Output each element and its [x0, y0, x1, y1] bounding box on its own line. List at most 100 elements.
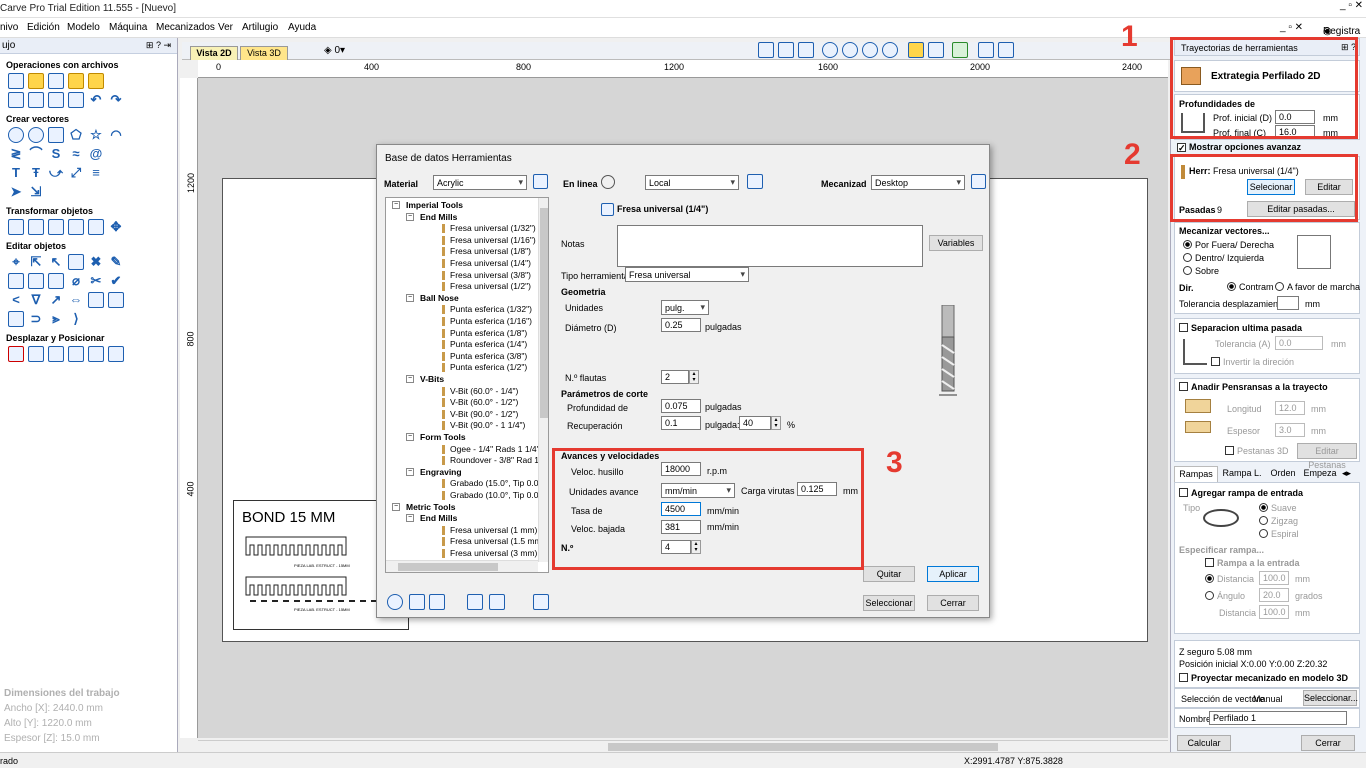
- tab-ramps[interactable]: Rampas: [1174, 466, 1218, 482]
- calculate-button[interactable]: Calcular: [1177, 735, 1231, 751]
- edit-machine-icon[interactable]: [971, 174, 986, 189]
- tile-view-icon[interactable]: [998, 42, 1014, 58]
- notes-textarea[interactable]: [617, 225, 923, 267]
- new-file-icon[interactable]: [8, 73, 24, 89]
- text-frame-icon[interactable]: Ŧ: [28, 165, 44, 181]
- online-user-icon[interactable]: [601, 175, 615, 189]
- text-path-icon[interactable]: ⤻: [48, 165, 64, 181]
- stepover-spinner[interactable]: ▴ ▾: [771, 416, 781, 430]
- tree-tool-item[interactable]: Fresa universal (1/8"): [450, 246, 531, 256]
- material-select[interactable]: Acrylic: [433, 175, 527, 190]
- tree-tool-item[interactable]: V-Bit (90.0° - 1 1/4"): [450, 420, 525, 430]
- tree-tool-item[interactable]: Punta esferica (1/2"): [450, 362, 527, 372]
- extend-icon[interactable]: ↗: [48, 292, 64, 308]
- scroll-thumb[interactable]: [608, 743, 998, 751]
- menu-machine[interactable]: Máquina: [109, 22, 147, 33]
- tabs-3d-checkbox[interactable]: Pestanas 3D: [1225, 446, 1289, 456]
- tree-tool-item[interactable]: Fresa universal (1/32"): [450, 223, 536, 233]
- undo-icon[interactable]: ↶: [88, 92, 104, 108]
- radio-zigzag[interactable]: Zigzag: [1259, 516, 1298, 526]
- tree-tool-item[interactable]: V-Bit (60.0° - 1/2"): [450, 397, 518, 407]
- online-select[interactable]: Local: [645, 175, 739, 190]
- tool-type-select[interactable]: Fresa universal: [625, 267, 749, 282]
- add-ramp-checkbox[interactable]: Agregar rampa de entrada: [1179, 488, 1303, 498]
- delete-tool-icon[interactable]: [533, 594, 549, 610]
- pass-depth-input[interactable]: 0.075: [661, 399, 701, 413]
- tree-tool-item[interactable]: Punta esferica (1/8"): [450, 328, 527, 338]
- select-button[interactable]: Seleccionar: [863, 595, 915, 611]
- radio-angle[interactable]: Ángulo: [1205, 591, 1245, 601]
- doc-window-controls[interactable]: _ ▫ ✕: [1280, 22, 1303, 33]
- sync-icon[interactable]: [747, 174, 763, 189]
- material-icon[interactable]: [952, 42, 968, 58]
- tab-length-input[interactable]: 12.0: [1275, 401, 1305, 415]
- tree-tool-item[interactable]: Fresa universal (1/4"): [450, 258, 531, 268]
- tree-tool-item[interactable]: V-Bit (60.0° - 1/4"): [450, 386, 518, 396]
- tree-expand-icon[interactable]: −: [406, 375, 414, 383]
- apply-button[interactable]: Aplicar: [927, 566, 979, 582]
- tree-category[interactable]: End Mills: [420, 212, 457, 222]
- tree-hscrollbar[interactable]: [386, 560, 538, 572]
- machine-select[interactable]: Desktop: [871, 175, 965, 190]
- last-pass-checkbox[interactable]: Separacion ultima pasada: [1179, 323, 1302, 333]
- bracket-icon[interactable]: ⊃: [28, 311, 44, 327]
- add-tool-icon[interactable]: [387, 594, 403, 610]
- scissor-trim-icon[interactable]: ✂: [88, 273, 104, 289]
- zoom-out-icon[interactable]: [862, 42, 878, 58]
- tab-scroll-arrows[interactable]: ◂▸: [1342, 468, 1351, 479]
- stepover-percent-input[interactable]: 40: [739, 416, 771, 430]
- tree-tool-item[interactable]: Fresa universal (3/8"): [450, 270, 531, 280]
- tree-tool-item[interactable]: Punta esferica (1/16"): [450, 316, 532, 326]
- close-dialog-button[interactable]: Cerrar: [927, 595, 979, 611]
- menu-file[interactable]: nivo: [0, 22, 18, 33]
- array-icon[interactable]: [88, 346, 104, 362]
- tree-tool-item[interactable]: Punta esferica (1/32"): [450, 304, 532, 314]
- check-icon[interactable]: ✔: [108, 273, 124, 289]
- trim-icon[interactable]: ✎: [108, 254, 124, 270]
- tree-tool-item[interactable]: Roundover - 3/8" Rad 1": [450, 455, 542, 465]
- distribute-icon[interactable]: [68, 346, 84, 362]
- join-smooth-icon[interactable]: ⟩: [68, 311, 84, 327]
- tree-expand-icon[interactable]: −: [406, 212, 414, 221]
- import-folder-icon[interactable]: [68, 73, 84, 89]
- pan-icon[interactable]: [822, 42, 838, 58]
- tree-category[interactable]: V-Bits: [420, 374, 444, 384]
- import-bitmap-icon[interactable]: [88, 73, 104, 89]
- wave-icon[interactable]: ≈: [68, 146, 84, 162]
- fillet-icon[interactable]: ⌀: [68, 273, 84, 289]
- ramp-distance-input[interactable]: 100.0: [1259, 571, 1289, 585]
- menu-gadgets[interactable]: Artilugio: [242, 22, 278, 33]
- tree-tool-item[interactable]: Fresa universal (3 mm): [450, 548, 537, 558]
- tab-3d-view[interactable]: Vista 3D: [240, 46, 288, 60]
- tree-tool-item[interactable]: Grabado (10.0°, Tip 0.02: [450, 490, 543, 500]
- s-curve-icon[interactable]: S: [48, 146, 64, 162]
- tree-expand-icon[interactable]: −: [406, 433, 414, 441]
- cut-icon[interactable]: [8, 92, 24, 108]
- tree-tool-item[interactable]: Punta esferica (3/8"): [450, 351, 527, 361]
- tree-tool-item[interactable]: Grabado (15.0°, Tip 0.01: [450, 478, 543, 488]
- zoom-fit-icon[interactable]: [882, 42, 898, 58]
- ramp-distance2-input[interactable]: 100.0: [1259, 605, 1289, 619]
- layer-selector[interactable]: ◈ 0▾: [324, 45, 345, 56]
- toolpath-name-input[interactable]: Perfilado 1: [1209, 711, 1347, 725]
- menu-edit[interactable]: Edición: [27, 22, 60, 33]
- offset-icon[interactable]: ⇲: [28, 184, 44, 200]
- tree-category[interactable]: Form Tools: [420, 432, 466, 442]
- radio-climb[interactable]: A favor de marcha: [1275, 282, 1360, 292]
- nest-icon[interactable]: [108, 346, 124, 362]
- center-icon[interactable]: ✥: [108, 219, 124, 235]
- diameter-input[interactable]: 0.25: [661, 318, 701, 332]
- show-advanced-checkbox[interactable]: Mostrar opciones avanzaz: [1177, 142, 1301, 152]
- tree-category[interactable]: Metric Tools: [406, 502, 455, 512]
- rotate-icon[interactable]: [48, 219, 64, 235]
- tree-tool-item[interactable]: Fresa universal (1.5 mm): [450, 536, 544, 546]
- flutes-input[interactable]: 2: [661, 370, 689, 384]
- join-icon[interactable]: ⇔: [68, 292, 84, 308]
- tree-tool-item[interactable]: Ogee - 1/4" Rads 1 1/4" D: [450, 444, 548, 454]
- intersect-icon[interactable]: [48, 273, 64, 289]
- variables-button[interactable]: Variables: [929, 235, 983, 251]
- circle-icon[interactable]: [8, 127, 24, 143]
- flutes-spinner[interactable]: ▴ ▾: [689, 370, 699, 384]
- mirror-icon[interactable]: [68, 219, 84, 235]
- radio-smooth[interactable]: Suave: [1259, 503, 1297, 513]
